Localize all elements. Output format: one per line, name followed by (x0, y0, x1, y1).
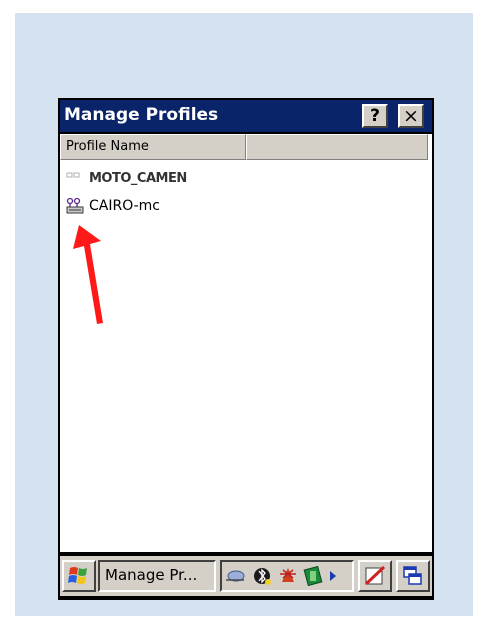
pen-input-button[interactable] (358, 560, 392, 592)
expand-arrow-icon[interactable] (330, 571, 336, 581)
network-icon[interactable] (226, 570, 245, 582)
window-switch-button[interactable] (396, 560, 430, 592)
device-screen: Manage Profiles ? × Profile Name MOTO_CA… (58, 98, 434, 600)
bluetooth-icon[interactable] (254, 568, 271, 585)
taskbar: Manage Pr... (60, 556, 432, 596)
wireless-icon[interactable] (280, 568, 296, 582)
taskbar-task-manage-profiles[interactable]: Manage Pr... (98, 560, 216, 592)
profile-list: Profile Name MOTO_CAMEN CAIRO-mc (60, 134, 432, 552)
window-title: Manage Profiles (64, 105, 219, 125)
pen-input-icon (364, 565, 386, 586)
help-button[interactable]: ? (362, 104, 388, 128)
red-arrow-annotation (73, 225, 103, 324)
system-tray (220, 560, 354, 592)
start-button[interactable] (62, 560, 96, 592)
windows-flag-icon (68, 567, 87, 584)
title-bar: Manage Profiles ? × (60, 100, 432, 132)
window-switch-icon (403, 566, 422, 585)
close-button[interactable]: × (398, 104, 424, 128)
power-icon[interactable] (303, 565, 323, 587)
